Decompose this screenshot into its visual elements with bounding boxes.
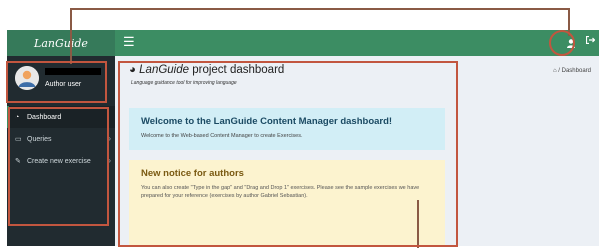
monitor-icon: ▭ bbox=[15, 136, 22, 143]
connector-line-top bbox=[70, 8, 570, 10]
content-header: ◕ LanGuide project dashboard Language gu… bbox=[115, 56, 599, 96]
home-icon[interactable]: ⌂ bbox=[553, 68, 557, 74]
notice-text: You can also create "Type in the gap" an… bbox=[141, 185, 420, 199]
user-menu-button[interactable] bbox=[559, 31, 583, 55]
hamburger-icon[interactable]: ☰ bbox=[123, 34, 135, 50]
welcome-callout: Welcome to the LanGuide Content Manager … bbox=[129, 108, 445, 150]
sidebar-item-dashboard[interactable]: ◔ Dashboard bbox=[7, 106, 115, 128]
chevron-right-icon: › bbox=[108, 156, 111, 165]
breadcrumb: ⌂ / Dashboard bbox=[553, 68, 591, 74]
sidebar-item-label: Queries bbox=[27, 135, 52, 143]
edit-icon: ✎ bbox=[15, 158, 21, 165]
notice-callout: New notice for authors You can also crea… bbox=[129, 160, 445, 246]
user-icon bbox=[567, 38, 575, 48]
user-role: Author user bbox=[45, 81, 82, 88]
breadcrumb-current: Dashboard bbox=[561, 68, 591, 74]
sidebar-nav: ◔ Dashboard ▭ Queries › ✎ Create new exe… bbox=[7, 106, 115, 172]
top-navbar: ☰ bbox=[115, 30, 599, 56]
page-title-text: project dashboard bbox=[189, 64, 285, 76]
sidebar-item-label: Create new exercise bbox=[27, 157, 91, 165]
screenshot: LanGuide ☰ Author user ◔ Dashboard ▭ Que… bbox=[0, 0, 602, 248]
sidebar: Author user ◔ Dashboard ▭ Queries › ✎ Cr… bbox=[7, 56, 115, 246]
welcome-text: Welcome to the Web-based Content Manager… bbox=[141, 133, 303, 139]
logo-text: LanGuide bbox=[34, 36, 88, 50]
sidebar-item-queries[interactable]: ▭ Queries › bbox=[7, 128, 115, 150]
app-window: LanGuide ☰ Author user ◔ Dashboard ▭ Que… bbox=[7, 30, 599, 246]
welcome-heading: Welcome to the LanGuide Content Manager … bbox=[141, 116, 393, 127]
user-name-redacted bbox=[45, 68, 101, 75]
dashboard-icon: ◔ bbox=[15, 113, 20, 121]
notice-heading: New notice for authors bbox=[141, 168, 244, 179]
user-panel: Author user bbox=[7, 56, 115, 100]
page-subtitle: Language guidance tool for improving lan… bbox=[131, 80, 237, 86]
logout-icon bbox=[585, 35, 595, 45]
logout-button[interactable] bbox=[583, 34, 597, 50]
logo[interactable]: LanGuide bbox=[7, 30, 115, 56]
page-title-brand: LanGuide bbox=[139, 64, 190, 76]
avatar bbox=[15, 66, 39, 90]
main-content: ◕ LanGuide project dashboard Language gu… bbox=[115, 56, 599, 246]
dashboard-icon: ◕ bbox=[129, 64, 136, 76]
sidebar-item-create-new-exercise[interactable]: ✎ Create new exercise › bbox=[7, 150, 115, 172]
chevron-right-icon: › bbox=[108, 134, 111, 143]
sidebar-item-label: Dashboard bbox=[27, 113, 62, 121]
page-title: ◕ LanGuide project dashboard bbox=[129, 64, 284, 76]
